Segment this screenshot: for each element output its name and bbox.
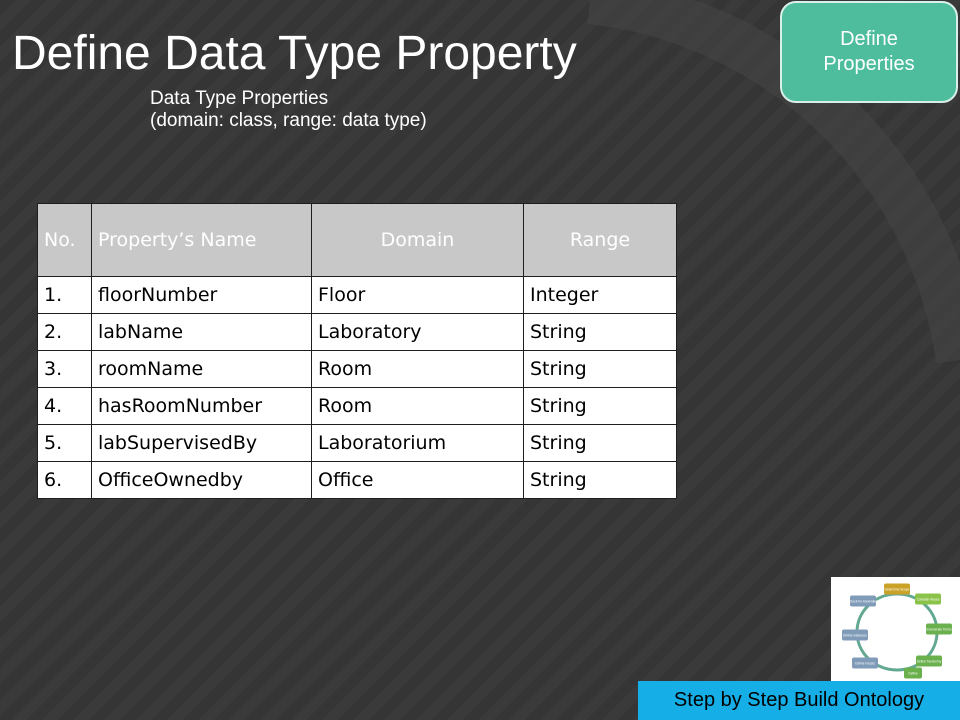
table-row: 5. labSupervisedBy Laboratorium String	[37, 424, 677, 462]
cell-range: String	[523, 350, 677, 388]
data-type-property-table: No. Property’s Name Domain Range 1. floo…	[37, 203, 677, 499]
cycle-step-label: Define	[908, 672, 917, 676]
header-property-name: Property’s Name	[91, 203, 312, 277]
cell-no: 4.	[37, 387, 92, 425]
cell-property-name: hasRoomNumber	[91, 387, 312, 425]
cell-property-name: OfficeOwnedby	[91, 461, 312, 499]
cycle-step-label: Determine Scope	[885, 588, 910, 592]
page-title: Define Data Type Property	[12, 27, 577, 80]
cell-range: String	[523, 313, 677, 351]
cell-range: String	[523, 424, 677, 462]
define-properties-badge: Define Properties	[780, 1, 958, 103]
cell-domain: Room	[311, 350, 524, 388]
table-row: 4. hasRoomNumber Room String	[37, 387, 677, 425]
cell-domain: Laboratorium	[311, 424, 524, 462]
cycle-step-label: Define Taxonomy	[917, 660, 942, 664]
footer-banner: Step by Step Build Ontology	[638, 681, 960, 720]
table-row: 6. OfficeOwnedby Office String	[37, 461, 677, 499]
cycle-step-label: Define Facets	[855, 662, 875, 666]
cell-range: String	[523, 387, 677, 425]
badge-line-1: Define	[840, 28, 898, 50]
cell-no: 2.	[37, 313, 92, 351]
cell-range: Integer	[523, 276, 677, 314]
subtitle-line-1: Data Type Properties	[150, 88, 329, 109]
table-header-row: No. Property’s Name Domain Range	[37, 203, 677, 277]
header-no: No.	[37, 203, 92, 277]
cell-range: String	[523, 461, 677, 499]
cell-domain: Laboratory	[311, 313, 524, 351]
cell-no: 1.	[37, 276, 92, 314]
header-domain: Domain	[311, 203, 524, 277]
table-row: 2. labName Laboratory String	[37, 313, 677, 351]
cell-domain: Floor	[311, 276, 524, 314]
cell-domain: Office	[311, 461, 524, 499]
badge-line-2: Properties	[823, 53, 915, 75]
cell-no: 3.	[37, 350, 92, 388]
cell-domain: Room	[311, 387, 524, 425]
cell-property-name: floorNumber	[91, 276, 312, 314]
subtitle: Data Type Properties (domain: class, ran…	[150, 88, 427, 132]
ontology-cycle-diagram: Determine Scope Consider Reuse Enumerate T…	[831, 577, 960, 681]
cell-property-name: labName	[91, 313, 312, 351]
subtitle-line-2: (domain: class, range: data type)	[150, 110, 427, 131]
cell-property-name: roomName	[91, 350, 312, 388]
cell-no: 6.	[37, 461, 92, 499]
cycle-step-label: Enumerate Terms	[926, 628, 952, 632]
cell-no: 5.	[37, 424, 92, 462]
table-row: 1. floorNumber Floor Integer	[37, 276, 677, 314]
cycle-step-label: Define Instances	[843, 634, 867, 638]
table-row: 3. roomName Room String	[37, 350, 677, 388]
cycle-step-label: Consider Reuse	[917, 598, 940, 602]
cycle-step-label: Check for Anomalies	[848, 600, 878, 604]
cell-property-name: labSupervisedBy	[91, 424, 312, 462]
header-range: Range	[523, 203, 677, 277]
